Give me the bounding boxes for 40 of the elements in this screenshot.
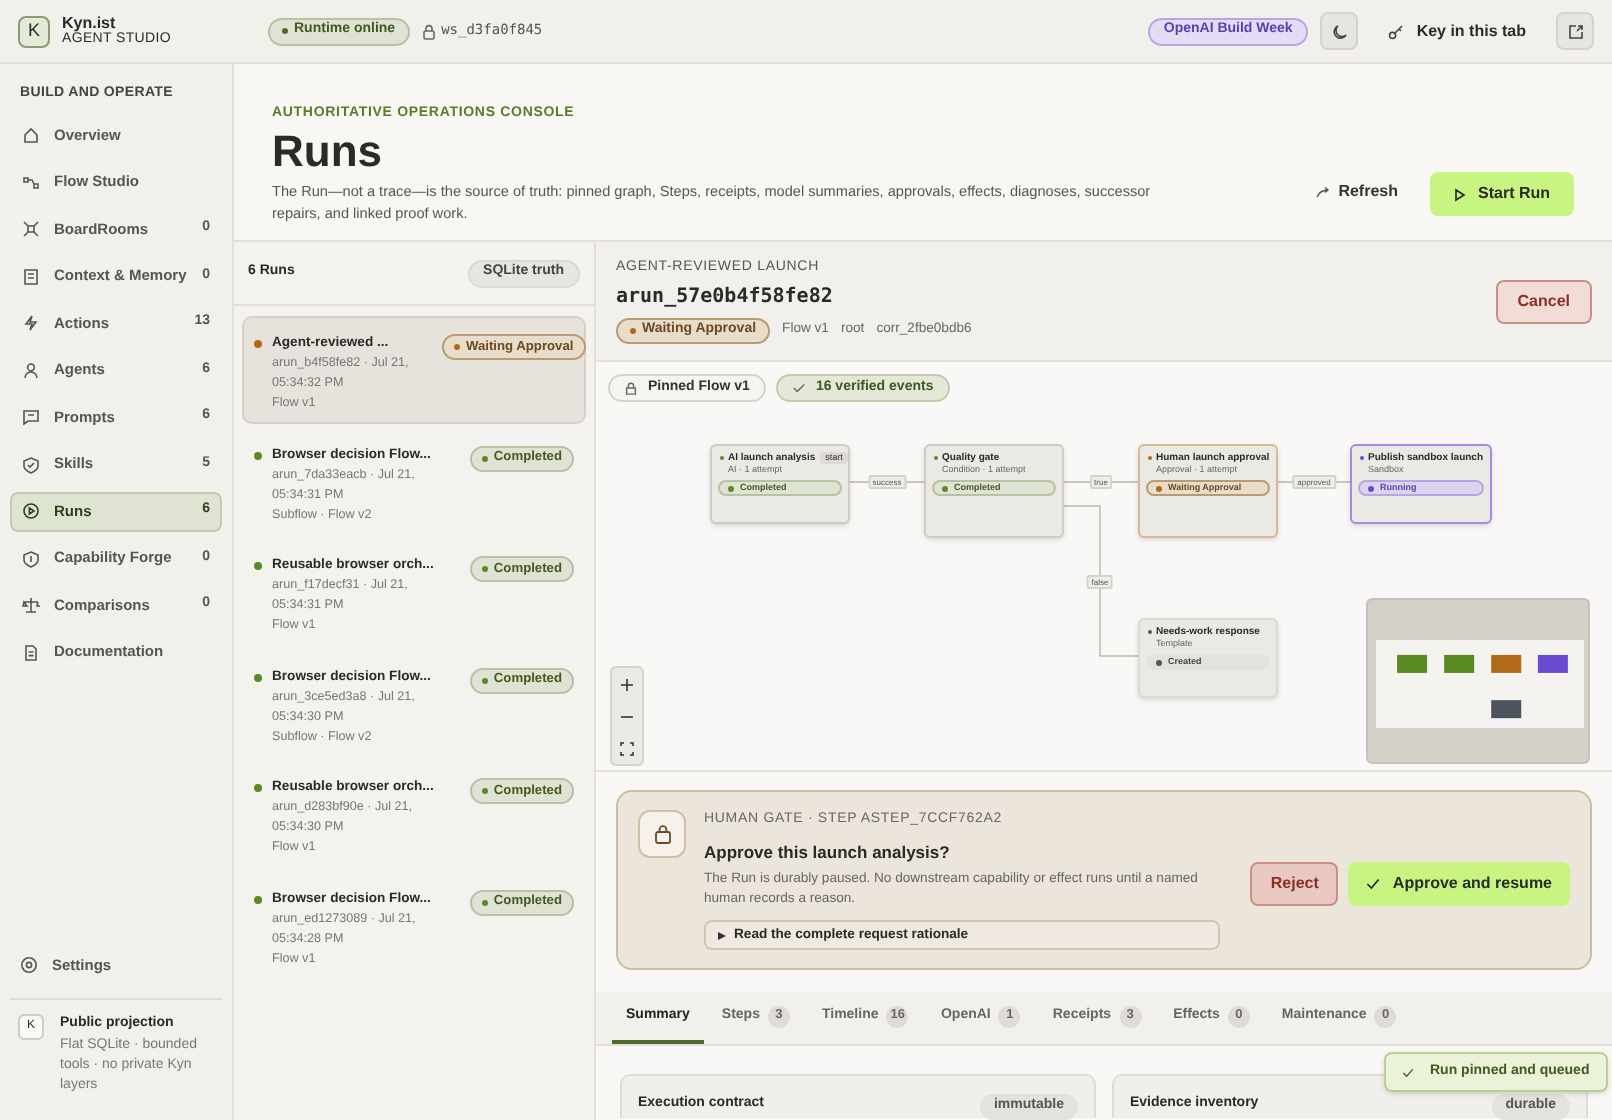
cancel-button[interactable]: Cancel [1495,279,1592,323]
gear-icon [20,956,38,974]
gate-title: Approve this launch analysis? [704,839,952,865]
check-icon [1402,1067,1414,1077]
zoom-in-icon[interactable] [620,677,634,691]
page-title: Runs [272,126,384,178]
house-icon [22,126,40,144]
brand-name: Kyn.ist [62,15,118,31]
play-icon [1454,187,1466,201]
shield-icon [22,549,40,567]
external-link-button[interactable] [1556,12,1594,50]
disclosure-triangle-icon [718,931,726,940]
document-icon [22,267,40,285]
lock-icon [421,23,436,39]
chat-icon [22,408,40,426]
refresh-button[interactable]: Refresh [1306,172,1408,212]
scale-icon [22,596,40,614]
check-icon [791,380,806,396]
moon-icon [1331,23,1348,39]
lock-icon [653,824,671,844]
document-icon [22,643,40,661]
approve-button[interactable]: Approve and resume [1348,862,1570,906]
flow-icon [22,173,40,191]
reject-button[interactable]: Reject [1250,862,1339,906]
theme-toggle-button[interactable] [1320,12,1359,50]
fit-view-icon[interactable] [620,741,634,755]
refresh-icon [1316,186,1331,198]
key-button[interactable]: Key in this tab [1388,19,1526,43]
play-icon [22,502,40,520]
key-icon [1388,23,1405,39]
start-run-button[interactable]: Start Run [1430,172,1574,216]
check-icon [1366,878,1381,890]
lightning-icon [22,314,40,332]
person-icon [22,361,40,379]
shield-icon [22,455,40,473]
run-id: arun_57e0b4f58fe82 [616,283,835,312]
external-link-icon [1567,23,1583,39]
network-icon [22,220,40,238]
brand-logo: K [18,15,50,47]
lock-icon [624,380,638,396]
